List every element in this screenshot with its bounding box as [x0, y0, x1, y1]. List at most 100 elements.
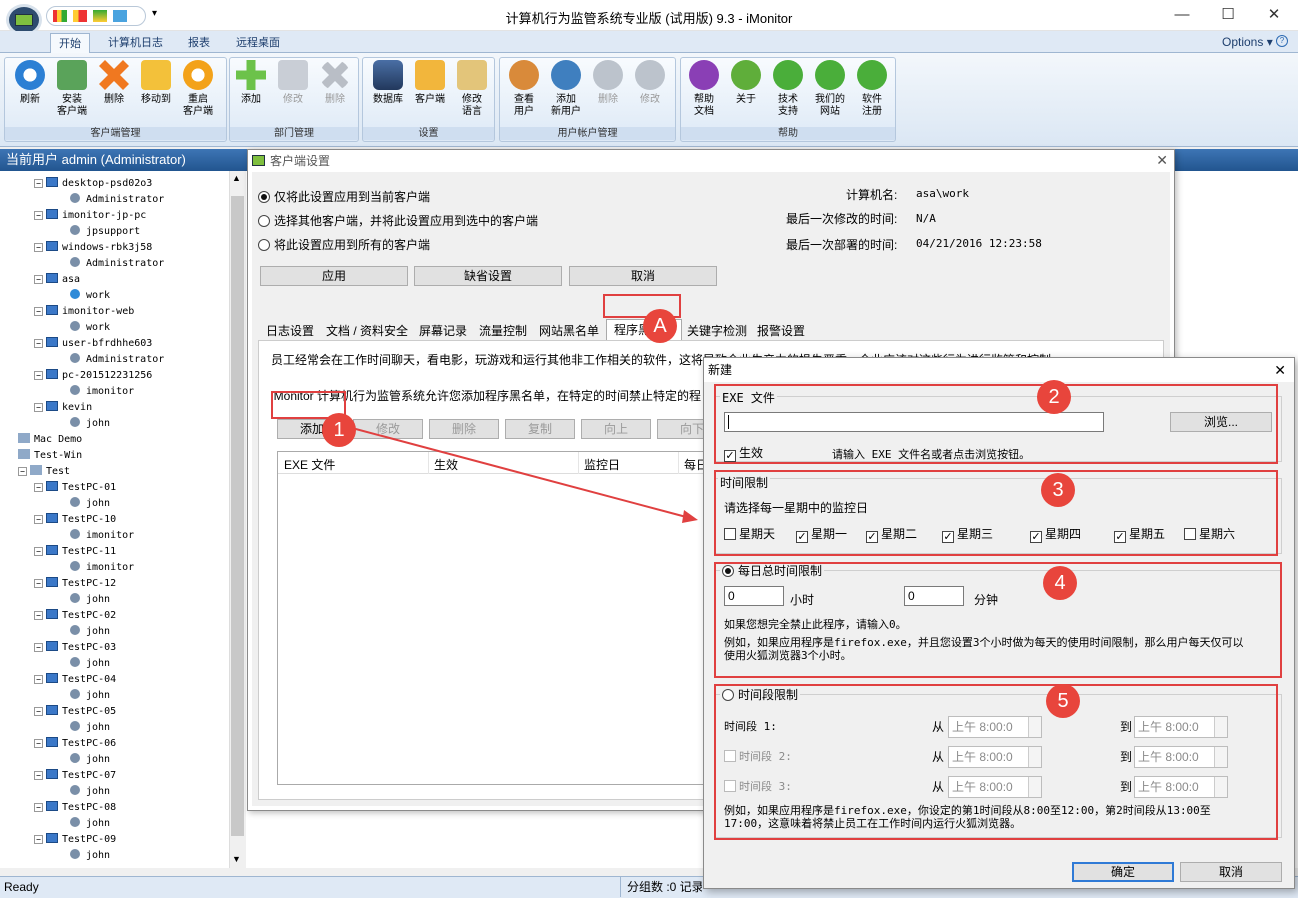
database-button[interactable]: 数据库 — [368, 60, 408, 106]
help-doc-button[interactable]: 帮助 文档 — [684, 60, 724, 118]
default-settings-button[interactable]: 缺省设置 — [414, 266, 562, 286]
collapse-icon[interactable]: − — [34, 179, 43, 188]
edit-user-button[interactable]: 修改 — [630, 60, 670, 106]
tree-scroll-thumb[interactable] — [231, 196, 244, 836]
tree-computer-item[interactable]: − TestPC-10 — [34, 512, 116, 528]
period-end-time[interactable]: 上午 8:00:0 — [1134, 716, 1228, 738]
collapse-icon[interactable]: − — [34, 515, 43, 524]
view-users-button[interactable]: 查看 用户 — [504, 60, 544, 118]
maximize-button[interactable]: ☐ — [1208, 4, 1248, 28]
tree-user-item[interactable]: john — [70, 624, 110, 640]
tree-user-item[interactable]: Administrator — [70, 192, 164, 208]
period-start-time[interactable]: 上午 8:00:0 — [948, 776, 1042, 798]
restart-client-button[interactable]: 重启 客户端 — [178, 60, 218, 118]
tab-document-security[interactable]: 文档 / 资料安全 — [322, 321, 412, 341]
tree-group-item[interactable]: Mac Demo — [18, 432, 82, 448]
ok-button[interactable]: 确定 — [1072, 862, 1174, 882]
collapse-icon[interactable]: − — [34, 707, 43, 716]
radio-period-limit[interactable]: 时间段限制 — [720, 686, 801, 703]
scroll-down-icon[interactable]: ▼ — [232, 854, 241, 864]
add-dept-button[interactable]: 添加 — [231, 60, 271, 106]
collapse-icon[interactable]: − — [34, 675, 43, 684]
change-language-button[interactable]: 修改 语言 — [452, 60, 492, 118]
delete-user-button[interactable]: 删除 — [588, 60, 628, 106]
tree-computer-item[interactable]: − TestPC-03 — [34, 640, 116, 656]
tab-website-blacklist[interactable]: 网站黑名单 — [534, 321, 604, 341]
tree-computer-item[interactable]: − TestPC-01 — [34, 480, 116, 496]
weekday-checkbox-2[interactable]: ✓ 星期二 — [866, 525, 917, 543]
period-start-time[interactable]: 上午 8:00:0 — [948, 716, 1042, 738]
tab-screen-recording[interactable]: 屏幕记录 — [414, 321, 472, 341]
radio-all-clients[interactable]: 将此设置应用到所有的客户端 — [258, 236, 430, 253]
tab-computer-log[interactable]: 计算机日志 — [100, 33, 171, 53]
enabled-checkbox[interactable]: ✓ 生效 — [724, 444, 763, 462]
move-to-button[interactable]: 移动到 — [136, 60, 176, 106]
tree-user-item[interactable]: imonitor — [70, 560, 134, 576]
tab-reports[interactable]: 报表 — [180, 33, 218, 53]
tree-user-item[interactable]: Administrator — [70, 352, 164, 368]
tree-computer-item[interactable]: − TestPC-04 — [34, 672, 116, 688]
copy-program-button[interactable]: 复制 — [505, 419, 575, 439]
tab-log-settings[interactable]: 日志设置 — [260, 321, 320, 341]
tree-computer-item[interactable]: − TestPC-07 — [34, 768, 116, 784]
period-end-time[interactable]: 上午 8:00:0 — [1134, 776, 1228, 798]
about-button[interactable]: 关于 — [726, 60, 766, 106]
collapse-icon[interactable]: − — [18, 467, 27, 476]
collapse-icon[interactable]: − — [34, 835, 43, 844]
tech-support-button[interactable]: 技术 支持 — [768, 60, 808, 118]
tree-user-item[interactable]: Administrator — [70, 256, 164, 272]
period-label-3[interactable]: 时间段 3: — [724, 778, 792, 794]
collapse-icon[interactable]: − — [34, 371, 43, 380]
edit-dept-button[interactable]: 修改 — [273, 60, 313, 106]
weekday-checkbox-3[interactable]: ✓ 星期三 — [942, 525, 993, 543]
collapse-icon[interactable]: − — [34, 483, 43, 492]
weekday-checkbox-1[interactable]: ✓ 星期一 — [796, 525, 847, 543]
tree-computer-item[interactable]: − TestPC-05 — [34, 704, 116, 720]
client-tree[interactable]: − desktop-psd02o3 Administrator − imonitor-j… — [0, 171, 246, 868]
weekday-checkbox-4[interactable]: ✓ 星期四 — [1030, 525, 1081, 543]
new-cancel-button[interactable]: 取消 — [1180, 862, 1282, 882]
edit-program-button[interactable]: 修改 — [353, 419, 423, 439]
close-button[interactable]: ✕ — [1254, 4, 1294, 28]
refresh-button[interactable]: 刷新 — [10, 60, 50, 106]
collapse-icon[interactable]: − — [34, 771, 43, 780]
tree-computer-item[interactable]: − kevin — [34, 400, 92, 416]
dialog-close-icon[interactable]: ✕ — [1156, 152, 1168, 169]
collapse-icon[interactable]: − — [34, 243, 43, 252]
collapse-icon[interactable]: − — [34, 403, 43, 412]
tree-computer-item[interactable]: − pc-201512231256 — [34, 368, 152, 384]
tree-computer-item[interactable]: − imonitor-web — [34, 304, 134, 320]
tree-group-item[interactable]: − Test — [18, 464, 70, 480]
tree-user-item[interactable]: john — [70, 720, 110, 736]
tree-user-item[interactable]: john — [70, 688, 110, 704]
minimize-button[interactable]: — — [1162, 4, 1202, 28]
tree-computer-item[interactable]: − TestPC-11 — [34, 544, 116, 560]
column-exe-file[interactable]: EXE 文件 — [284, 456, 335, 473]
tree-computer-item[interactable]: − TestPC-06 — [34, 736, 116, 752]
collapse-icon[interactable]: − — [34, 307, 43, 316]
hours-input[interactable]: 0 — [724, 586, 784, 606]
radio-current-client[interactable]: 仅将此设置应用到当前客户端 — [258, 188, 430, 205]
period-start-time[interactable]: 上午 8:00:0 — [948, 746, 1042, 768]
install-client-button[interactable]: 安装 客户端 — [52, 60, 92, 118]
tree-computer-item[interactable]: − windows-rbk3j58 — [34, 240, 152, 256]
period-label-2[interactable]: 时间段 2: — [724, 748, 792, 764]
tree-user-item[interactable]: work — [70, 288, 110, 304]
cancel-button[interactable]: 取消 — [569, 266, 717, 286]
delete-program-button[interactable]: 删除 — [429, 419, 499, 439]
tab-start[interactable]: 开始 — [50, 33, 90, 54]
collapse-icon[interactable]: − — [34, 547, 43, 556]
collapse-icon[interactable]: − — [34, 643, 43, 652]
column-monitor-days[interactable]: 监控日 — [584, 456, 620, 473]
collapse-icon[interactable]: − — [34, 803, 43, 812]
weekday-checkbox-6[interactable]: 星期六 — [1184, 525, 1235, 542]
minutes-input[interactable]: 0 — [904, 586, 964, 606]
tree-computer-item[interactable]: − imonitor-jp-pc — [34, 208, 146, 224]
help-icon[interactable]: ? — [1276, 35, 1288, 47]
tree-user-item[interactable]: work — [70, 320, 110, 336]
browse-button[interactable]: 浏览... — [1170, 412, 1272, 432]
tree-user-item[interactable]: imonitor — [70, 384, 134, 400]
collapse-icon[interactable]: − — [34, 579, 43, 588]
website-button[interactable]: 我们的 网站 — [810, 60, 850, 118]
delete-dept-button[interactable]: 删除 — [315, 60, 355, 106]
